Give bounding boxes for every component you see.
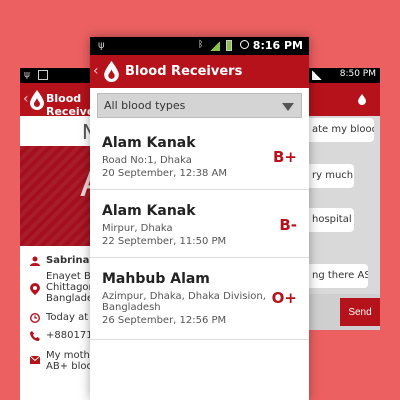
receiver-name: Alam Kanak [102,203,196,219]
status-time: 8:50 PM [339,69,376,79]
phone-icon [30,331,40,341]
list-item[interactable]: Alam Kanak Road No:1, Dhaka 20 September… [90,123,309,190]
status-time: 8:16 PM [252,39,303,52]
list-item[interactable]: Alam Kanak Mirpur, Dhaka 22 September, 1… [90,191,309,258]
chat-text: ng there ASAP. [312,270,368,281]
clock-icon [29,312,41,324]
person-icon [30,256,40,266]
receiver-date: 20 September, 12:38 AM [102,168,227,179]
blood-type-badge: O+ [271,289,297,307]
center-phone-screen: ψ ᛒ 8:16 PM ‹ Blood Receivers All blood … [90,37,309,400]
receiver-date: 22 September, 11:50 PM [102,236,227,247]
receiver-address: Mirpur, Dhaka [102,223,173,234]
bluetooth-icon: ᛒ [198,40,204,50]
chat-bubble: hospital to [306,208,354,232]
battery-icon [226,40,232,51]
right-phone-screen: 8:50 PM ate my blood ry much. hospital t… [306,68,380,330]
receiver-name: Alam Kanak [102,135,196,151]
chat-bubble: ry much. [306,164,354,188]
back-chevron-icon[interactable]: ‹ [93,63,99,79]
usb-icon: ψ [24,70,30,80]
action-bar [306,83,380,116]
status-bar: 8:50 PM [306,68,380,83]
back-chevron-icon[interactable]: ‹ [23,91,29,107]
receiver-list: Alam Kanak Road No:1, Dhaka 20 September… [90,123,309,400]
notification-icon [38,70,48,80]
receiver-address: Azimpur, Dhaka, Dhaka Division, Banglade… [102,291,266,313]
status-bar: ψ ᛒ 8:16 PM [90,37,309,55]
alarm-clock-icon [240,40,249,49]
receiver-date: 26 September, 12:56 PM [102,315,227,326]
dropdown-arrow-icon [282,103,294,111]
blood-drop-logo-icon [104,61,119,82]
send-button[interactable]: Send [340,298,380,326]
blood-type-badge: B+ [272,148,297,166]
usb-icon: ψ [98,40,105,51]
receiver-address: Road No:1, Dhaka [102,155,192,166]
screen-title: Blood Receivers [125,64,243,79]
chat-bubble: ng there ASAP. [306,264,368,288]
blood-drop-icon [358,94,366,105]
action-bar: ‹ Blood Receivers [90,55,309,88]
chat-text: ate my blood [312,124,374,135]
signal-icon [312,70,322,80]
receiver-phone[interactable]: +880171 [46,330,93,341]
blood-drop-logo-icon [30,90,44,110]
blood-type-filter-dropdown[interactable]: All blood types [97,93,302,118]
chat-bubble: ate my blood [306,118,374,142]
location-pin-icon [30,283,40,295]
list-item[interactable]: Mahbub Alam Azimpur, Dhaka, Dhaka Divisi… [90,259,309,340]
receiver-time: Today at ( [46,312,96,323]
receiver-name: Mahbub Alam [102,271,210,287]
chat-text: hospital to [312,214,354,225]
filter-selected-value: All blood types [104,99,186,112]
chat-text: ry much. [312,170,354,181]
signal-icon [210,41,220,51]
envelope-icon [29,355,41,366]
blood-type-badge: B- [279,216,297,234]
